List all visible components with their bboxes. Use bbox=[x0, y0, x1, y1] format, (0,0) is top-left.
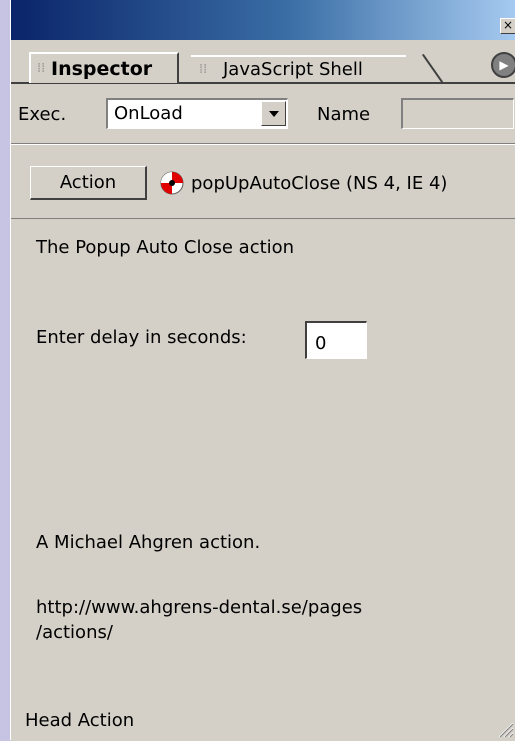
tab-javascript-shell[interactable]: ⁞⁞ JavaScript Shell bbox=[191, 53, 444, 83]
url-line-1: http://www.ahgrens-dental.se/pages bbox=[36, 597, 363, 618]
action-parameters-panel bbox=[11, 218, 515, 741]
chevron-right-icon: ▶ bbox=[499, 58, 509, 72]
delay-input[interactable] bbox=[305, 321, 367, 359]
chevron-down-icon[interactable] bbox=[261, 101, 286, 126]
resize-grip-icon[interactable] bbox=[496, 720, 514, 738]
action-description: The Popup Auto Close action bbox=[36, 237, 295, 258]
footer-label: Head Action bbox=[25, 710, 135, 731]
close-button[interactable]: × bbox=[500, 18, 515, 34]
tab-grip-icon: ⁞⁞ bbox=[199, 62, 208, 77]
delay-label: Enter delay in seconds: bbox=[36, 327, 247, 348]
credit-text: A Michael Ahgren action. bbox=[36, 532, 261, 553]
exec-select[interactable]: OnLoad bbox=[106, 98, 288, 129]
name-label: Name bbox=[317, 104, 371, 125]
exec-label: Exec. bbox=[18, 104, 67, 125]
exec-select-value: OnLoad bbox=[114, 103, 183, 124]
action-title: popUpAutoClose (NS 4, IE 4) bbox=[191, 173, 448, 194]
tab-inspector[interactable]: ⁞⁞ Inspector bbox=[29, 52, 179, 83]
close-icon: × bbox=[502, 18, 514, 32]
divider bbox=[11, 143, 515, 145]
title-bar[interactable]: × bbox=[11, 0, 515, 40]
name-field[interactable] bbox=[401, 98, 514, 129]
action-behavior-icon bbox=[160, 171, 184, 195]
inspector-window: × ⁞⁞ Inspector ⁞⁞ JavaScript Shell ▶ Exe… bbox=[10, 0, 515, 741]
action-button[interactable]: Action bbox=[30, 166, 147, 200]
tab-javascript-shell-label: JavaScript Shell bbox=[223, 59, 363, 80]
tab-inspector-label: Inspector bbox=[51, 58, 153, 80]
tab-grip-icon: ⁞⁞ bbox=[37, 61, 46, 76]
panel-options-button[interactable]: ▶ bbox=[491, 52, 515, 78]
url-line-2: /actions/ bbox=[36, 622, 113, 643]
